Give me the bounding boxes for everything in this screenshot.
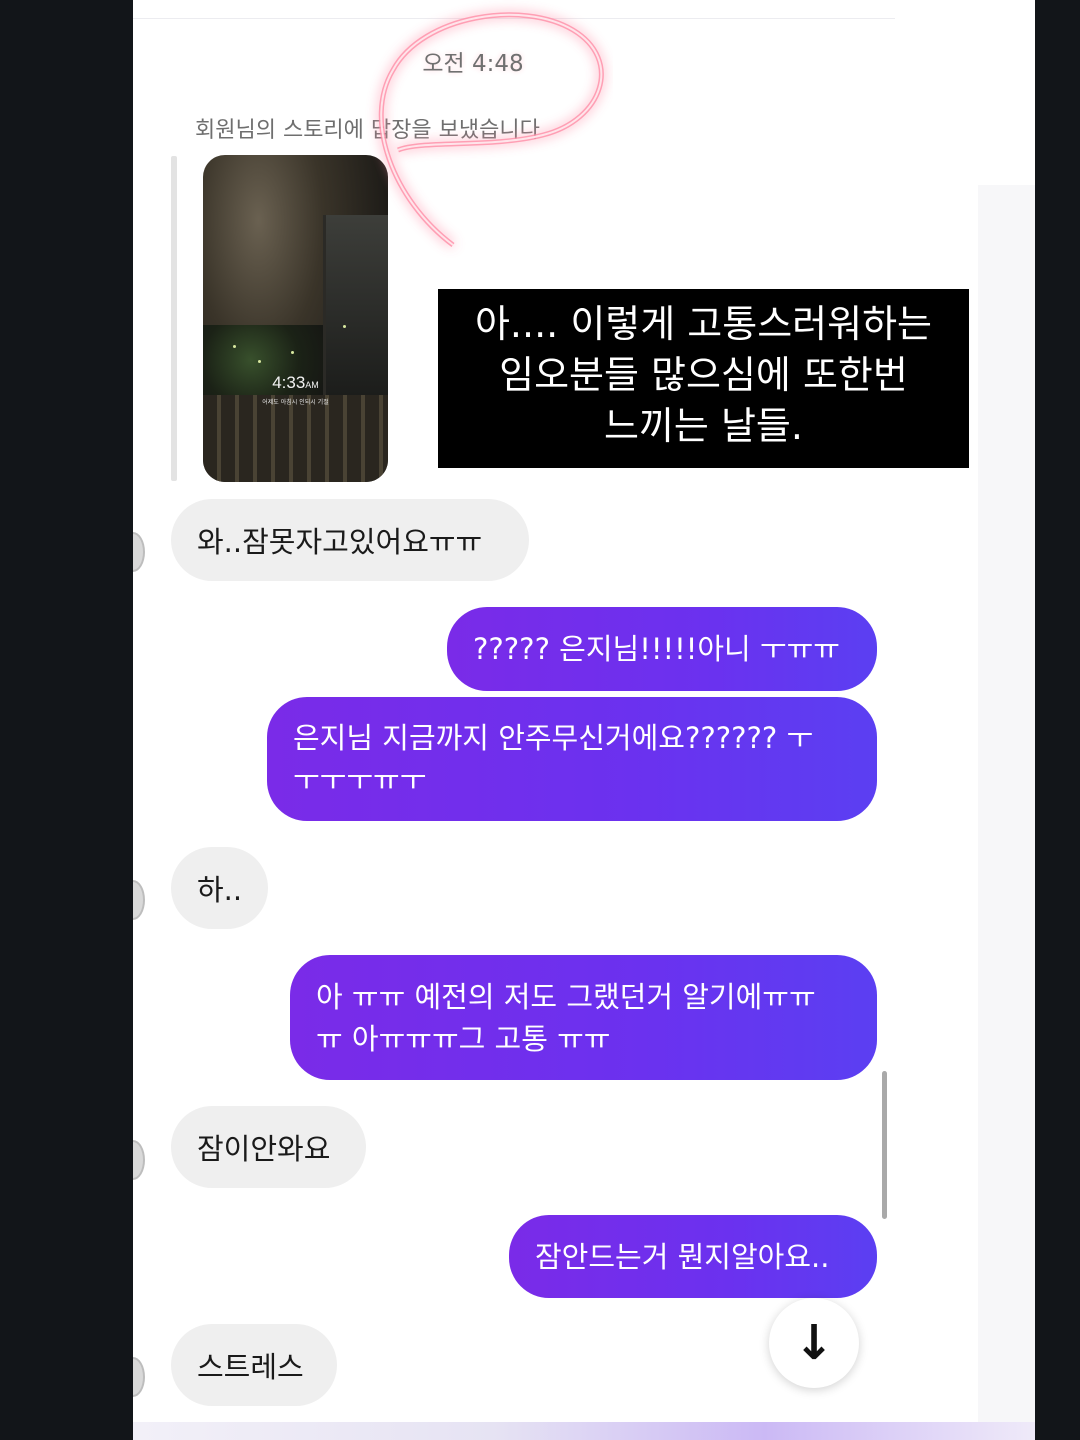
message-text: ????? 은지님!!!!!아니 ㅜㅠㅠ <box>473 632 840 666</box>
overlay-caption-box: 아.... 이렇게 고통스러워하는 임오분들 많으심에 또한번 느끼는 날들. <box>438 289 969 468</box>
thread-right-gutter <box>978 185 1035 1440</box>
message-text-line: 아 ㅠㅠ 예전의 저도 그랬던거 알기에ㅠㅠ <box>316 979 816 1014</box>
incoming-message[interactable]: 와..잠못자고있어요ㅠㅠ <box>171 499 529 581</box>
left-dark-margin <box>0 0 133 1440</box>
message-text: 잠이안와요 <box>197 1132 331 1166</box>
story-thumbnail[interactable]: 4:33AM 어제도 아침시 인되시 기절 <box>203 155 388 482</box>
message-text: 와..잠못자고있어요ㅠㅠ <box>197 525 483 559</box>
message-text-line: ㅜㅜㅜㅠㅜ <box>293 763 427 797</box>
scrollbar-thumb[interactable] <box>882 1071 887 1219</box>
sender-avatar[interactable] <box>133 1357 145 1397</box>
story-reply-note: 회원님의 스토리에 답장을 보냈습니다 <box>195 118 540 143</box>
overlay-caption-line: 임오분들 많으심에 또한번 <box>499 353 908 397</box>
scroll-to-bottom-button[interactable]: ↓ <box>769 1298 859 1388</box>
outgoing-message[interactable]: 잠안드는거 뭔지알아요.. <box>509 1215 877 1298</box>
incoming-message[interactable]: 하.. <box>171 847 268 929</box>
right-dark-margin <box>1035 0 1080 1440</box>
dm-thread-panel: 오전 4:48 회원님의 스토리에 답장을 보냈습니다 4:33AM 어제도 아… <box>133 0 1035 1440</box>
overlay-caption-line: 느끼는 날들. <box>604 404 803 448</box>
top-divider <box>133 18 895 19</box>
message-timestamp: 오전 4:48 <box>422 51 524 77</box>
outgoing-message[interactable]: 아 ㅠㅠ 예전의 저도 그랬던거 알기에ㅠㅠ ㅠ 아ㅠㅠㅠ그 고통 ㅠㅠ <box>290 955 877 1080</box>
story-light <box>258 360 261 363</box>
sender-avatar[interactable] <box>133 1140 145 1180</box>
story-time: 4:33AM <box>272 373 319 392</box>
story-light <box>291 351 294 354</box>
story-light <box>233 345 236 348</box>
story-light <box>343 325 346 328</box>
outgoing-message[interactable]: ????? 은지님!!!!!아니 ㅜㅠㅠ <box>447 607 877 691</box>
sender-avatar[interactable] <box>133 880 145 920</box>
arrow-down-icon: ↓ <box>793 1315 835 1371</box>
overlay-caption-line: 아.... 이렇게 고통스러워하는 <box>474 302 933 346</box>
story-caption: 어제도 아침시 인되시 기절 <box>262 399 329 406</box>
incoming-message[interactable]: 스트레스 <box>171 1324 337 1406</box>
message-text-line: 은지님 지금까지 안주무신거에요?????? ㅜ <box>293 721 814 755</box>
outgoing-message[interactable]: 은지님 지금까지 안주무신거에요?????? ㅜ ㅜㅜㅜㅠㅜ <box>267 697 877 821</box>
story-railing-graphic <box>203 395 388 482</box>
story-quote-bar <box>171 156 177 481</box>
message-text: 스트레스 <box>197 1350 304 1384</box>
next-message-peek <box>133 1422 1035 1440</box>
message-text: 잠안드는거 뭔지알아요.. <box>535 1239 830 1274</box>
message-text: 하.. <box>197 873 243 907</box>
message-text-line: ㅠ 아ㅠㅠㅠ그 고통 ㅠㅠ <box>316 1021 611 1056</box>
sender-avatar[interactable] <box>133 532 145 572</box>
story-window-graphic <box>323 215 388 395</box>
incoming-message[interactable]: 잠이안와요 <box>171 1106 366 1188</box>
